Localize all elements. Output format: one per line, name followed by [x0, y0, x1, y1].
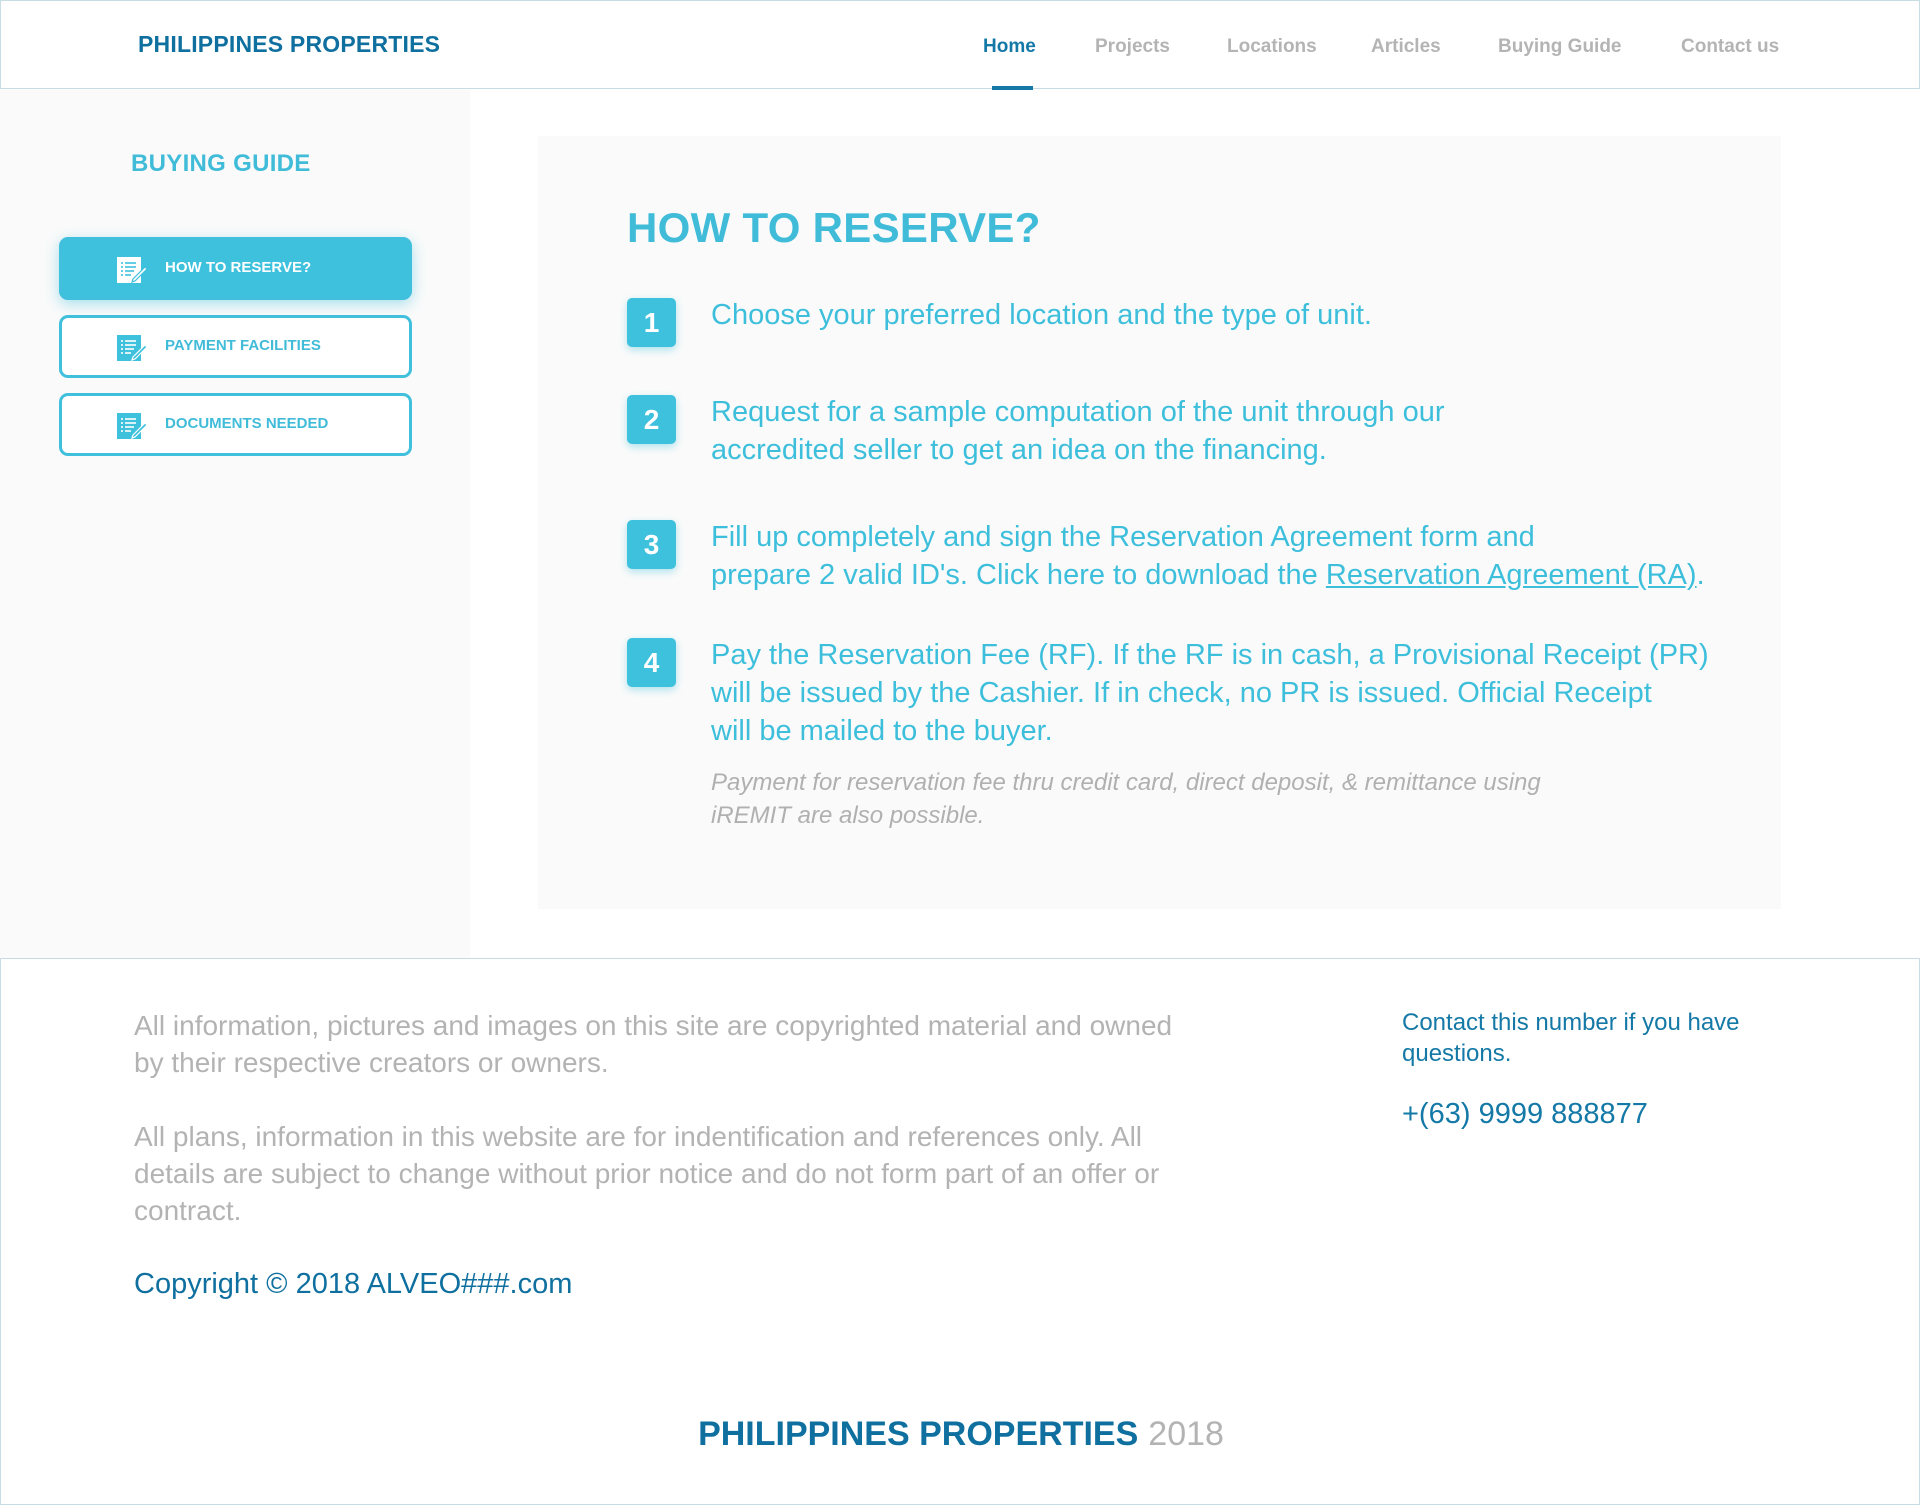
main-nav: Home Projects Locations Articles Buying … — [1, 36, 1920, 90]
step-line: accredited seller to get an idea on the … — [711, 434, 1327, 466]
nav-buying-guide[interactable]: Buying Guide — [1498, 36, 1622, 58]
sidebar-item-documents-needed[interactable]: DOCUMENTS NEEDED — [59, 393, 412, 456]
buying-guide-sidebar: BUYING GUIDE HOW TO RESERVE? PAYMENT FAC… — [0, 90, 470, 958]
contact-prompt: Contact this number if you have question… — [1402, 1007, 1782, 1069]
step-number-badge: 1 — [627, 298, 676, 347]
document-edit-icon — [117, 335, 148, 361]
sidebar-title: BUYING GUIDE — [131, 150, 311, 177]
footer-line: by their respective creators or owners. — [134, 1047, 609, 1078]
step-text: Fill up completely and sign the Reservat… — [711, 518, 1771, 594]
step-number-badge: 2 — [627, 395, 676, 444]
site-footer: All information, pictures and images on … — [0, 958, 1920, 1505]
sidebar-item-payment-facilities[interactable]: PAYMENT FACILITIES — [59, 315, 412, 378]
footer-line: All plans, information in this website a… — [134, 1121, 1143, 1152]
sidebar-item-label: PAYMENT FACILITIES — [165, 337, 321, 354]
copyright-text: Copyright © 2018 ALVEO###.com — [134, 1268, 573, 1300]
note-line: iREMIT are also possible. — [711, 802, 985, 829]
step-number-badge: 3 — [627, 520, 676, 569]
step-line: Pay the Reservation Fee (RF). If the RF … — [711, 639, 1709, 671]
step-line: prepare 2 valid ID's. Click here to down… — [711, 556, 1771, 594]
step-line: will be mailed to the buyer. — [711, 715, 1053, 747]
step-text: Pay the Reservation Fee (RF). If the RF … — [711, 636, 1771, 750]
step-line-prefix: prepare 2 valid ID's. Click here to down… — [711, 559, 1326, 591]
step-text: Request for a sample computation of the … — [711, 393, 1711, 469]
nav-active-indicator — [992, 86, 1033, 90]
note-line: Payment for reservation fee thru credit … — [711, 769, 1541, 796]
footer-brand-name: PHILIPPINES PROPERTIES — [698, 1415, 1139, 1453]
contact-line: questions. — [1402, 1040, 1512, 1067]
footer-line: details are subject to change without pr… — [134, 1158, 1160, 1189]
nav-home[interactable]: Home — [983, 36, 1036, 58]
document-edit-icon — [117, 413, 148, 439]
step-line: Fill up completely and sign the Reservat… — [711, 521, 1535, 553]
contact-line: Contact this number if you have — [1402, 1009, 1740, 1036]
contact-phone-number[interactable]: +(63) 9999 888877 — [1402, 1098, 1648, 1131]
reserve-guide-card: HOW TO RESERVE? 1 Choose your preferred … — [538, 136, 1781, 909]
nav-articles[interactable]: Articles — [1371, 36, 1441, 58]
sidebar-item-how-to-reserve[interactable]: HOW TO RESERVE? — [59, 237, 412, 300]
footer-line: All information, pictures and images on … — [134, 1010, 1173, 1041]
footer-brand: PHILIPPINES PROPERTIES 2018 — [1, 1415, 1920, 1454]
step-line: will be issued by the Cashier. If in che… — [711, 677, 1652, 709]
disclaimer-notice: All plans, information in this website a… — [134, 1118, 1224, 1229]
nav-projects[interactable]: Projects — [1095, 36, 1170, 58]
nav-contact-us[interactable]: Contact us — [1681, 36, 1779, 58]
reservation-agreement-link[interactable]: Reservation Agreement (RA) — [1326, 559, 1697, 591]
nav-locations[interactable]: Locations — [1227, 36, 1317, 58]
document-edit-icon — [117, 257, 148, 283]
footer-line: contract. — [134, 1195, 242, 1226]
sidebar-item-label: HOW TO RESERVE? — [165, 259, 312, 276]
step-text: Choose your preferred location and the t… — [711, 296, 1711, 334]
copyright-notice: All information, pictures and images on … — [134, 1007, 1224, 1081]
step-line: Choose your preferred location and the t… — [711, 299, 1372, 331]
step-number-badge: 4 — [627, 638, 676, 687]
sidebar-item-label: DOCUMENTS NEEDED — [165, 415, 329, 432]
footer-brand-year: 2018 — [1148, 1415, 1224, 1453]
step-line-suffix: . — [1696, 559, 1705, 591]
page-title: HOW TO RESERVE? — [627, 204, 1041, 251]
step-line: Request for a sample computation of the … — [711, 396, 1445, 428]
site-header: PHILIPPINES PROPERTIES Home Projects Loc… — [0, 0, 1920, 90]
payment-note: Payment for reservation fee thru credit … — [711, 766, 1571, 832]
